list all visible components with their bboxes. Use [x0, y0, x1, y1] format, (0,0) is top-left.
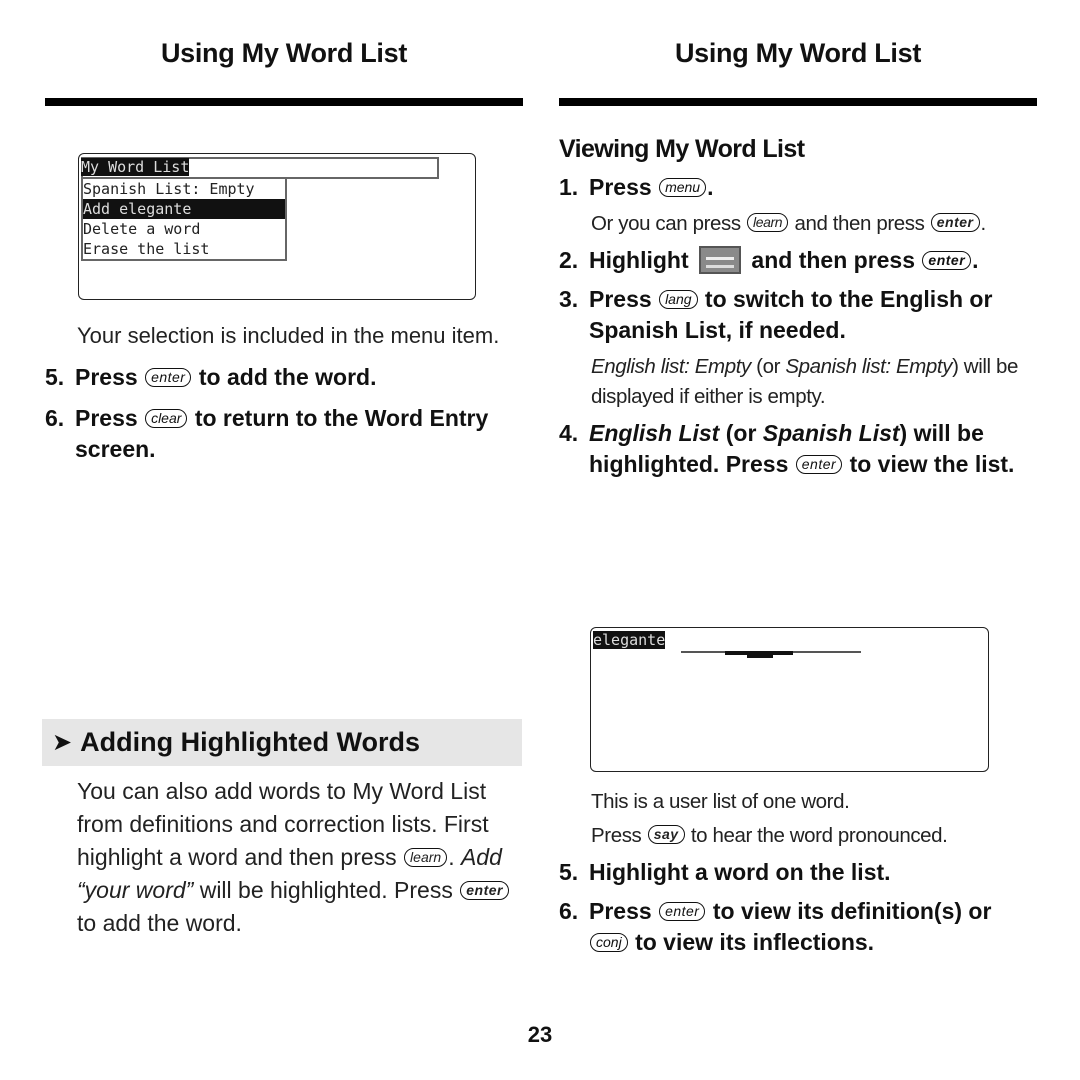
right-step-6: 6. Press enter to view its definition(s)… [559, 898, 992, 955]
left-step-5: 5. Press enter to add the word. [45, 364, 377, 390]
lang-key: lang [659, 290, 698, 309]
menu-key: menu [659, 178, 707, 197]
screen-title: My Word List [81, 158, 190, 176]
selection-note: Your selection is included in the menu i… [77, 323, 500, 348]
right-step-4: 4. English List (or Spanish List) will b… [559, 420, 1015, 477]
left-step-6: 6. Press clear to return to the Word Ent… [45, 405, 489, 462]
say-note: Press say to hear the word pronounced. [591, 824, 948, 847]
page-number: 23 [527, 1022, 553, 1047]
subheading-viewing: Viewing My Word List [559, 135, 805, 163]
enter-key: enter [460, 881, 509, 900]
right-step-1: 1. Press menu. [559, 174, 714, 200]
section-heading-adding-highlighted-words: ➤ Adding Highlighted Words [42, 719, 522, 766]
menu-item-spanish-list[interactable]: Spanish List: Empty [83, 179, 285, 199]
word-list-icon [699, 246, 742, 274]
arrowhead-right-icon: ➤ [52, 729, 73, 756]
left-column: Using My Word List [45, 0, 523, 106]
learn-key: learn [747, 213, 789, 232]
enter-key: enter [145, 368, 192, 387]
say-key: say [647, 825, 685, 844]
right-step-3: 3. Press lang to switch to the English o… [559, 286, 993, 343]
page-header-left: Using My Word List [160, 38, 408, 68]
menu-item-add-word[interactable]: Add elegante [83, 199, 285, 219]
clear-key: clear [145, 409, 188, 428]
word-list-screen: elegante [590, 627, 989, 772]
learn-key: learn [404, 848, 448, 867]
enter-key: enter [795, 455, 843, 474]
enter-key: enter [922, 251, 972, 270]
enter-key: enter [930, 213, 980, 232]
right-column: Using My Word List [559, 0, 1037, 106]
header-rule-right [559, 98, 1037, 106]
my-word-list-screen: My Word List Spanish List: Empty Add ele… [78, 153, 476, 300]
conj-key: conj [590, 933, 628, 952]
right-step-2: 2. Highlight and then press enter. [559, 246, 979, 274]
header-rule-left [45, 98, 523, 106]
user-list-note: This is a user list of one word. [591, 790, 850, 813]
step-3-note: English list: Empty (or Spanish list: Em… [591, 355, 1018, 408]
right-step-5: 5. Highlight a word on the list. [559, 859, 891, 885]
step-1-note: Or you can press learn and then press en… [591, 212, 986, 235]
enter-key: enter [659, 902, 706, 921]
menu-item-delete-word[interactable]: Delete a word [83, 219, 285, 239]
page-header-right: Using My Word List [674, 38, 922, 68]
list-item-word[interactable]: elegante [593, 631, 666, 649]
adding-highlighted-words-body: You can also add words to My Word List f… [45, 775, 527, 940]
menu-item-erase-list[interactable]: Erase the list [83, 239, 285, 259]
